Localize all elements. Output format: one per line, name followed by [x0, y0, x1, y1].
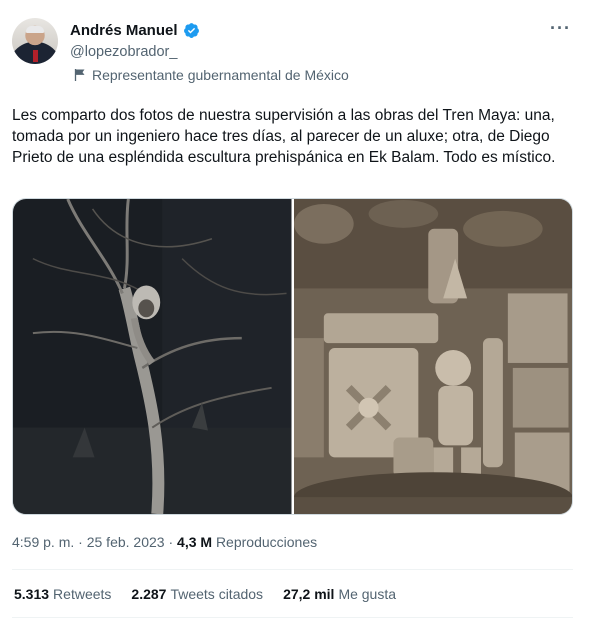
tweet-media[interactable] [12, 198, 573, 515]
government-label: Representante gubernamental de México [92, 67, 349, 83]
retweets-label: Retweets [53, 586, 112, 602]
views-label: Reproducciones [215, 534, 318, 550]
retweets-count: 5.313 [14, 586, 50, 602]
likes-stat[interactable]: 27,2 mil Me gusta [283, 586, 396, 602]
author-name[interactable]: Andrés Manuel [70, 22, 178, 39]
government-label-row: Representante gubernamental de México [74, 67, 349, 83]
photo-aluxe-tree[interactable] [13, 199, 292, 514]
author-name-row[interactable]: Andrés Manuel [70, 22, 200, 39]
quotes-count: 2.287 [131, 586, 167, 602]
quotes-label: Tweets citados [170, 586, 264, 602]
tweet-meta: 4:59 p. m. · 25 feb. 2023 · 4,3 M Reprod… [12, 534, 317, 550]
meta-separator: · [74, 534, 87, 550]
likes-count: 27,2 mil [283, 586, 335, 602]
author-avatar[interactable] [12, 18, 58, 64]
views-count: 4,3 M [177, 534, 213, 550]
quotes-stat[interactable]: 2.287 Tweets citados [131, 586, 263, 602]
tweet-text: Les comparto dos fotos de nuestra superv… [12, 107, 556, 166]
divider [12, 569, 573, 570]
likes-label: Me gusta [338, 586, 397, 602]
flag-icon [74, 69, 85, 81]
tweet-time[interactable]: 4:59 p. m. [12, 534, 74, 550]
retweets-stat[interactable]: 5.313 Retweets [14, 586, 111, 602]
photo-ek-balam-sculpture[interactable] [293, 199, 572, 514]
tweet-date[interactable]: 25 feb. 2023 [87, 534, 165, 550]
meta-separator-2: · [164, 534, 178, 550]
avatar-tie [33, 50, 38, 62]
avatar-hair [26, 26, 44, 33]
more-icon[interactable]: ··· [550, 18, 571, 39]
tweet-stats: 5.313 Retweets 2.287 Tweets citados 27,2 m… [14, 586, 396, 602]
author-handle[interactable]: @lopezobrador_ [70, 44, 177, 60]
verified-badge-icon [183, 23, 199, 38]
divider-bottom [12, 617, 573, 618]
